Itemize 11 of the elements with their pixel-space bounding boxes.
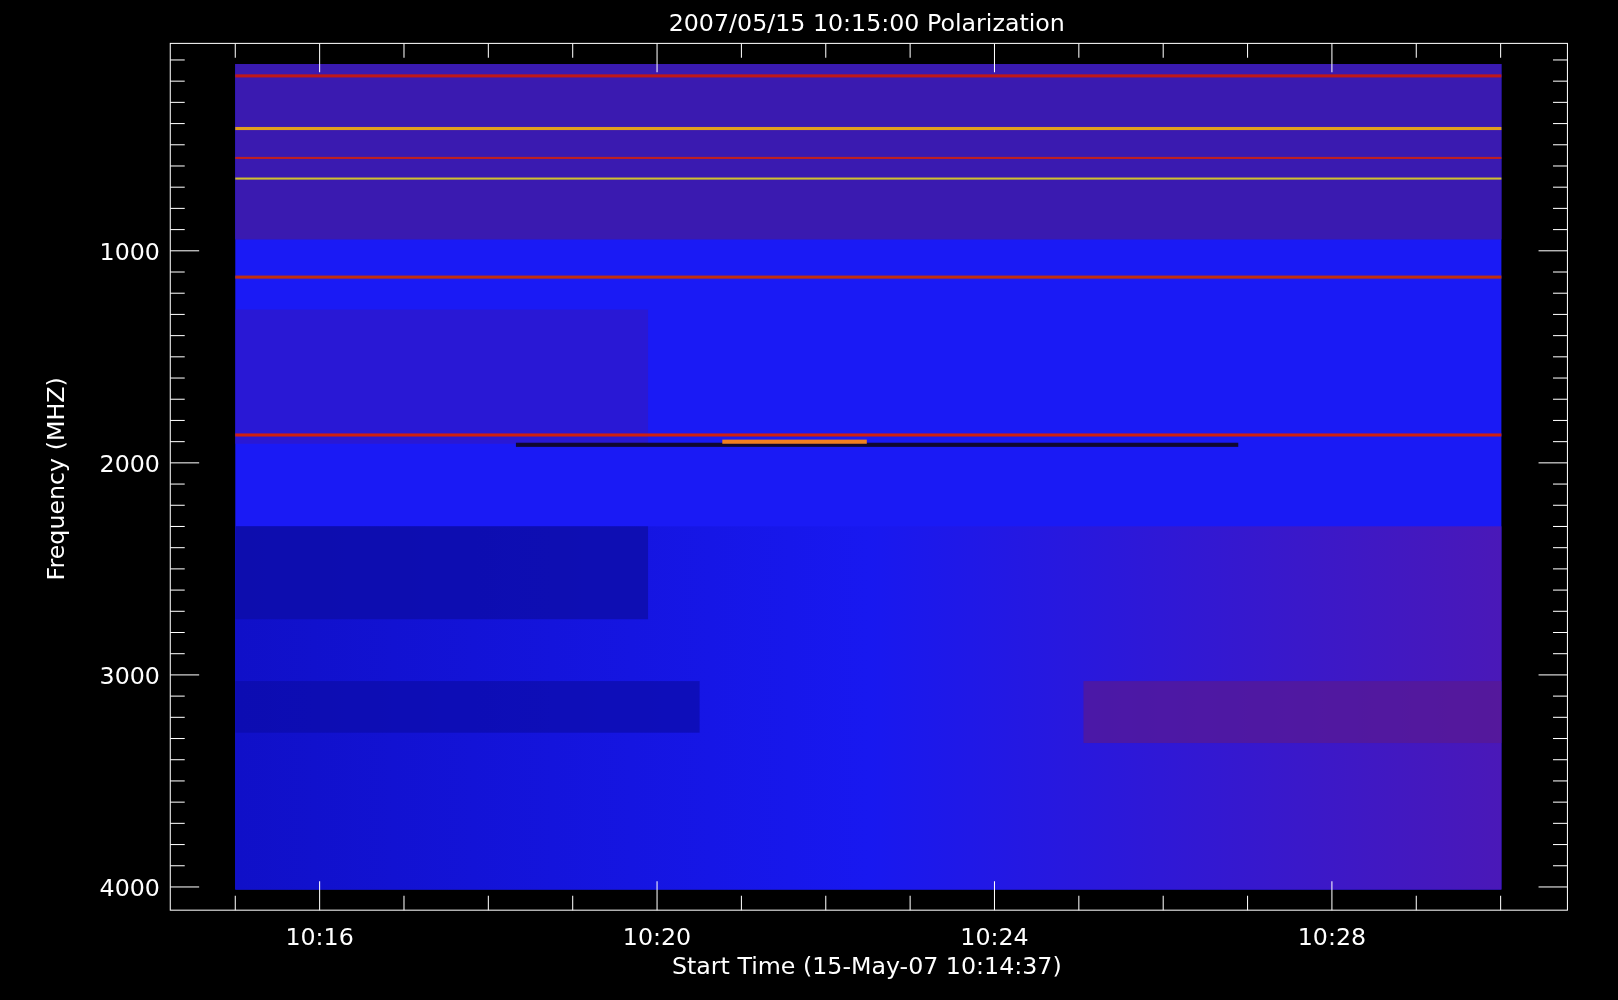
axis-tick-label: 10:20 xyxy=(622,923,692,952)
axis-tick-label: 10:28 xyxy=(1297,923,1367,952)
axis-tick-label: 10:16 xyxy=(285,923,354,952)
axis-tick-label: 4000 xyxy=(99,874,160,903)
chart-title: 2007/05/15 10:15:00 Polarization xyxy=(668,9,1065,37)
axis-title: Frequency (MHZ) xyxy=(42,377,70,581)
axis-tick-label: 1000 xyxy=(99,238,160,267)
axis-tick-label: 10:24 xyxy=(960,923,1029,952)
axis-tick-label: 2000 xyxy=(99,450,160,479)
axis-title: Start Time (15-May-07 10:14:37) xyxy=(671,952,1062,981)
axis-tick-label: 3000 xyxy=(99,662,160,691)
